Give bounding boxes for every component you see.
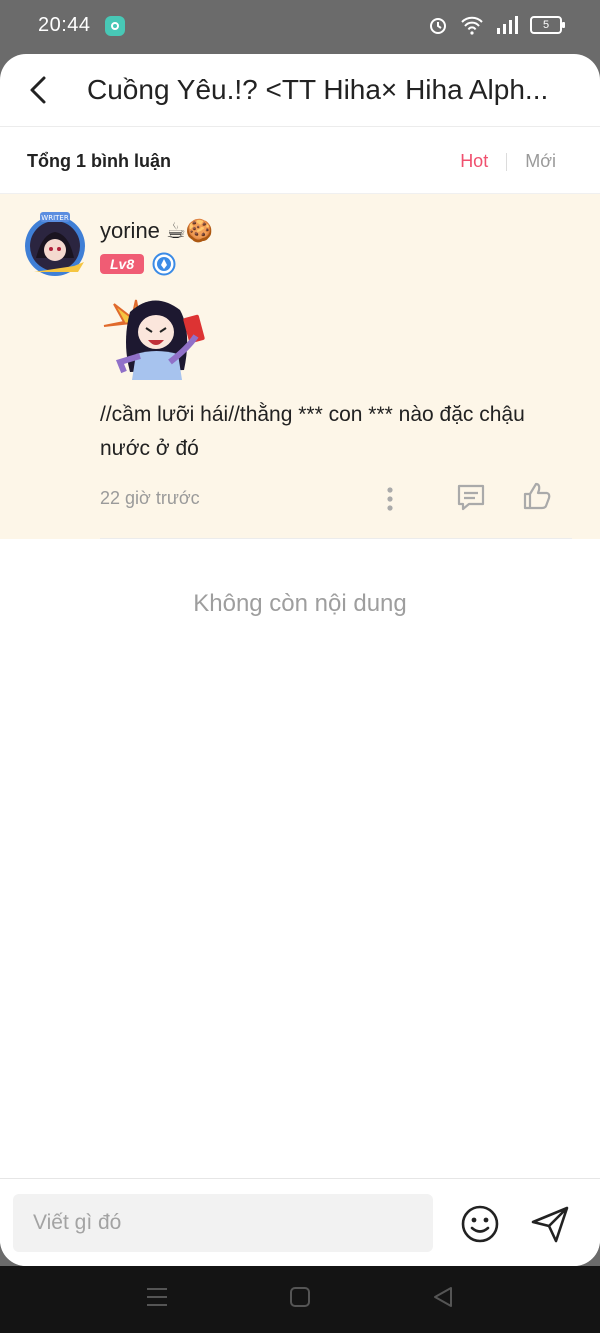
status-icons: 5 bbox=[428, 15, 565, 35]
sort-hot-tab[interactable]: Hot bbox=[460, 151, 488, 172]
comment-divider bbox=[100, 538, 572, 539]
comment-composer bbox=[0, 1178, 600, 1266]
sort-new-tab[interactable]: Mới bbox=[525, 151, 556, 172]
app-notification-icon bbox=[105, 16, 125, 36]
svg-text:WRITER: WRITER bbox=[41, 214, 69, 222]
emoji-icon[interactable] bbox=[459, 1203, 501, 1245]
recent-apps-icon[interactable] bbox=[145, 1286, 169, 1308]
alarm-icon bbox=[430, 18, 446, 34]
home-icon[interactable] bbox=[289, 1286, 311, 1308]
comment-text: //cầm lưỡi hái//thằng *** con *** nào đặ… bbox=[100, 403, 525, 460]
comment-timestamp: 22 giờ trước bbox=[100, 488, 200, 508]
avatar[interactable]: WRITER bbox=[22, 212, 92, 278]
like-icon[interactable] bbox=[521, 480, 553, 512]
user-badges: Lv8 bbox=[100, 252, 176, 276]
signal-icon bbox=[497, 16, 518, 34]
sticker-image bbox=[103, 299, 205, 380]
sort-options: Hot Mới bbox=[460, 151, 556, 172]
status-bar: 20:44 5 bbox=[0, 0, 600, 54]
send-icon[interactable] bbox=[529, 1203, 571, 1245]
battery-icon: 5 bbox=[530, 16, 565, 34]
status-time: 20:44 bbox=[38, 14, 91, 36]
end-of-content-message: Không còn nội dung bbox=[193, 590, 407, 617]
level-badge: Lv8 bbox=[100, 254, 145, 274]
system-back-icon[interactable] bbox=[431, 1285, 455, 1309]
header: Cuồng Yêu.!? <TT Hiha× Hiha Alph... bbox=[0, 54, 600, 127]
system-navigation-bar bbox=[0, 1266, 600, 1333]
comments-sheet: Cuồng Yêu.!? <TT Hiha× Hiha Alph... Tổng… bbox=[0, 54, 600, 1266]
wifi-icon bbox=[461, 16, 483, 35]
back-arrow-icon[interactable] bbox=[22, 72, 58, 108]
more-options-icon[interactable] bbox=[384, 484, 396, 514]
comment-username[interactable]: yorine ☕🍪 bbox=[100, 218, 213, 244]
page-title: Cuồng Yêu.!? <TT Hiha× Hiha Alph... bbox=[87, 74, 549, 105]
comment-input[interactable] bbox=[13, 1194, 433, 1252]
sort-divider bbox=[506, 152, 508, 171]
reply-icon[interactable] bbox=[455, 482, 487, 512]
comment-count: Tổng 1 bình luận bbox=[27, 151, 171, 171]
comment-item: WRITER yorine ☕🍪 Lv8 //cầm lưỡi hái//thằ… bbox=[0, 194, 600, 539]
verified-icon bbox=[152, 252, 176, 276]
comments-summary-bar: Tổng 1 bình luận Hot Mới bbox=[0, 127, 600, 194]
